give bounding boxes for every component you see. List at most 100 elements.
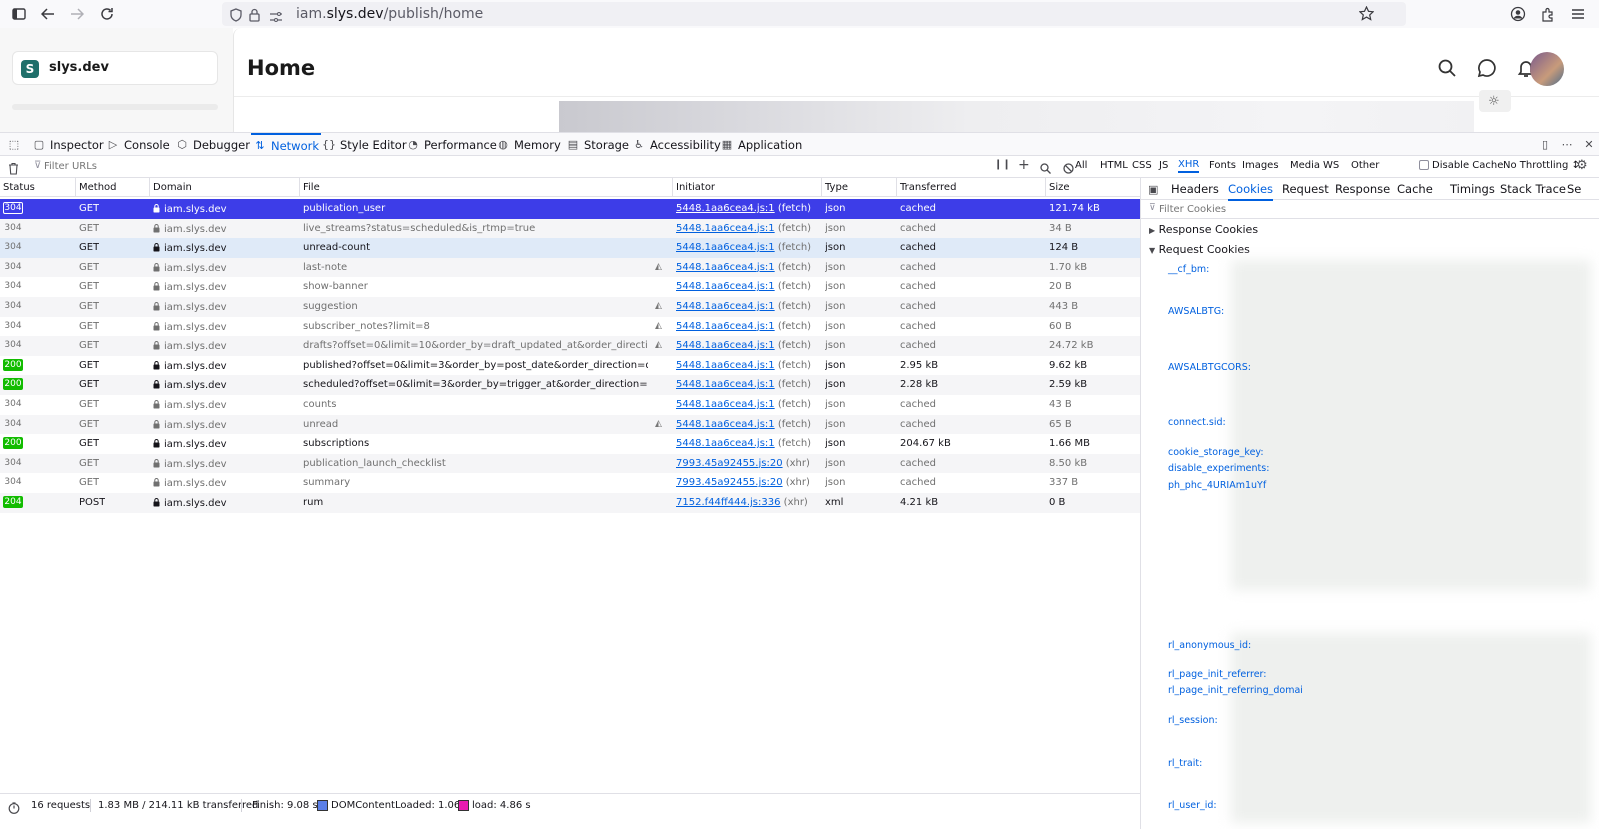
filter-type-images[interactable]: Images: [1242, 160, 1279, 171]
initiator-link[interactable]: 5448.1aa6cea4.js:1: [676, 301, 775, 312]
column-header-transferred[interactable]: Transferred: [900, 182, 956, 193]
initiator-cell[interactable]: 7993.45a92455.js:20 (xhr): [676, 477, 810, 488]
table-row[interactable]: 304 GET iam.slys.dev unread ◭ 5448.1aa6cea4.j…: [0, 414, 1140, 435]
menu-icon[interactable]: [1568, 4, 1588, 24]
initiator-cell[interactable]: 5448.1aa6cea4.js:1 (fetch): [676, 242, 811, 253]
search-requests-icon[interactable]: [1040, 159, 1051, 178]
initiator-link[interactable]: 5448.1aa6cea4.js:1: [676, 321, 775, 332]
disable-cache-checkbox[interactable]: [1419, 160, 1429, 170]
permissions-icon[interactable]: [269, 8, 283, 27]
table-row[interactable]: 200 GET iam.slys.dev published?offset=0&lim…: [0, 355, 1140, 376]
initiator-link[interactable]: 5448.1aa6cea4.js:1: [676, 223, 775, 234]
cookie-name[interactable]: rl_anonymous_id:: [1168, 640, 1251, 651]
cookie-name[interactable]: rl_session:: [1168, 715, 1218, 726]
extensions-icon[interactable]: [1538, 4, 1558, 24]
initiator-cell[interactable]: 5448.1aa6cea4.js:1 (fetch): [676, 419, 811, 430]
table-row[interactable]: 304 GET iam.slys.dev drafts?offset=0&limit=…: [0, 336, 1140, 356]
cookie-name[interactable]: rl_page_init_referrer:: [1168, 669, 1267, 680]
cookie-name[interactable]: cookie_storage_key:: [1168, 447, 1264, 458]
initiator-cell[interactable]: 5448.1aa6cea4.js:1 (fetch): [676, 379, 811, 390]
table-row[interactable]: 200 GET iam.slys.dev subscriptions 5448.1aa6…: [0, 434, 1140, 454]
trash-icon[interactable]: [8, 160, 19, 179]
tool-console[interactable]: ▷ Console: [104, 133, 172, 156]
toggle-panel-icon[interactable]: ▣: [1148, 183, 1158, 196]
table-row[interactable]: 304 GET iam.slys.dev subscriber_notes?limit…: [0, 316, 1140, 337]
initiator-cell[interactable]: 5448.1aa6cea4.js:1 (fetch): [676, 281, 811, 292]
theme-toggle[interactable]: ☼: [1479, 90, 1511, 112]
details-tab-headers[interactable]: Headers: [1171, 182, 1219, 196]
tool-network[interactable]: ⇅ Network: [251, 133, 322, 156]
more-options-icon[interactable]: ⋯: [1558, 133, 1580, 156]
initiator-link[interactable]: 5448.1aa6cea4.js:1: [676, 399, 775, 410]
sidebar-toggle-icon[interactable]: [9, 4, 29, 24]
cookie-name[interactable]: ph_phc_4URIAm1uYf: [1168, 480, 1266, 491]
initiator-cell[interactable]: 5448.1aa6cea4.js:1 (fetch): [676, 321, 811, 332]
address-bar[interactable]: iam.slys.dev/publish/home: [222, 2, 1406, 26]
settings-gear-icon[interactable]: ⚙: [1576, 158, 1588, 173]
details-tab-cache[interactable]: Cache: [1397, 182, 1433, 196]
throttling-select[interactable]: No Throttling ↕: [1503, 160, 1580, 171]
table-row[interactable]: 304 GET iam.slys.dev publication_launch_che…: [0, 453, 1140, 474]
initiator-cell[interactable]: 7993.45a92455.js:20 (xhr): [676, 458, 810, 469]
tool-performance[interactable]: ◔ Performance: [404, 133, 499, 156]
table-row[interactable]: 304 GET iam.slys.dev show-banner 5448.1aa6ce…: [0, 277, 1140, 297]
table-row[interactable]: 304 GET iam.slys.dev summary 7993.45a92455.j…: [0, 473, 1140, 493]
column-divider[interactable]: [75, 178, 76, 197]
details-tab-timings[interactable]: Timings: [1450, 182, 1495, 196]
cookie-name[interactable]: disable_experiments:: [1168, 463, 1269, 474]
dock-icon[interactable]: ▯: [1536, 133, 1558, 156]
lock-icon[interactable]: [249, 7, 260, 26]
filter-type-other[interactable]: Other: [1351, 160, 1379, 171]
cookie-name[interactable]: rl_trait:: [1168, 758, 1202, 769]
initiator-link[interactable]: 5448.1aa6cea4.js:1: [676, 262, 775, 273]
initiator-cell[interactable]: 5448.1aa6cea4.js:1 (fetch): [676, 360, 811, 371]
table-row[interactable]: 200 GET iam.slys.dev scheduled?offset=0&lim…: [0, 375, 1140, 395]
forward-icon[interactable]: [67, 4, 87, 24]
filter-type-css[interactable]: CSS: [1132, 160, 1152, 171]
tool-storage[interactable]: ▤ Storage: [564, 133, 631, 156]
details-tab-se[interactable]: Se: [1567, 182, 1581, 196]
element-picker-icon[interactable]: ⬚: [5, 133, 27, 156]
column-header-file[interactable]: File: [303, 182, 320, 193]
initiator-link[interactable]: 5448.1aa6cea4.js:1: [676, 340, 775, 351]
initiator-link[interactable]: 5448.1aa6cea4.js:1: [676, 242, 775, 253]
table-row[interactable]: 204 POST iam.slys.dev rum 7152.f44ff444.js:3…: [0, 493, 1140, 513]
chat-icon[interactable]: [1477, 58, 1499, 80]
filter-type-ws[interactable]: WS: [1323, 160, 1339, 171]
reload-icon[interactable]: [97, 4, 117, 24]
bookmark-star-icon[interactable]: [1358, 5, 1375, 25]
tool-accessibility[interactable]: ♿ Accessibility: [630, 133, 723, 156]
initiator-link[interactable]: 5448.1aa6cea4.js:1: [676, 203, 775, 214]
shield-icon[interactable]: [230, 7, 242, 26]
initiator-cell[interactable]: 5448.1aa6cea4.js:1 (fetch): [676, 223, 811, 234]
initiator-cell[interactable]: 5448.1aa6cea4.js:1 (fetch): [676, 203, 811, 214]
column-header-size[interactable]: Size: [1049, 182, 1070, 193]
column-header-status[interactable]: Status: [3, 182, 35, 193]
column-divider[interactable]: [672, 178, 673, 197]
filter-type-js[interactable]: JS: [1159, 160, 1168, 171]
details-tab-response[interactable]: Response: [1335, 182, 1390, 196]
table-row[interactable]: 304 GET iam.slys.dev publication_user 5448.1…: [0, 199, 1140, 219]
column-header-type[interactable]: Type: [825, 182, 848, 193]
initiator-link[interactable]: 7152.f44ff444.js:336: [676, 497, 780, 508]
block-icon[interactable]: [1063, 159, 1074, 178]
cookie-name[interactable]: rl_page_init_referring_domai: [1168, 685, 1303, 696]
cookie-name[interactable]: __cf_bm:: [1168, 264, 1209, 275]
request-cookies-section[interactable]: ▼ Request Cookies: [1149, 243, 1250, 256]
site-switcher[interactable]: S slys.dev: [12, 51, 218, 85]
table-row[interactable]: 304 GET iam.slys.dev live_streams?status=sc…: [0, 218, 1140, 239]
column-divider[interactable]: [821, 178, 822, 197]
table-row[interactable]: 304 GET iam.slys.dev last-note ◭ 5448.1aa6cea…: [0, 257, 1140, 278]
column-divider[interactable]: [149, 178, 150, 197]
avatar[interactable]: [1530, 52, 1564, 86]
initiator-link[interactable]: 5448.1aa6cea4.js:1: [676, 281, 775, 292]
initiator-link[interactable]: 7993.45a92455.js:20: [676, 477, 783, 488]
details-tab-request[interactable]: Request: [1282, 182, 1329, 196]
initiator-cell[interactable]: 5448.1aa6cea4.js:1 (fetch): [676, 340, 811, 351]
close-devtools-icon[interactable]: ✕: [1580, 133, 1599, 156]
column-divider[interactable]: [299, 178, 300, 197]
back-icon[interactable]: [38, 4, 58, 24]
cookie-name[interactable]: AWSALBTG:: [1168, 306, 1224, 317]
tool-style-editor[interactable]: {} Style Editor: [320, 133, 409, 156]
cookie-name[interactable]: connect.sid:: [1168, 417, 1226, 428]
